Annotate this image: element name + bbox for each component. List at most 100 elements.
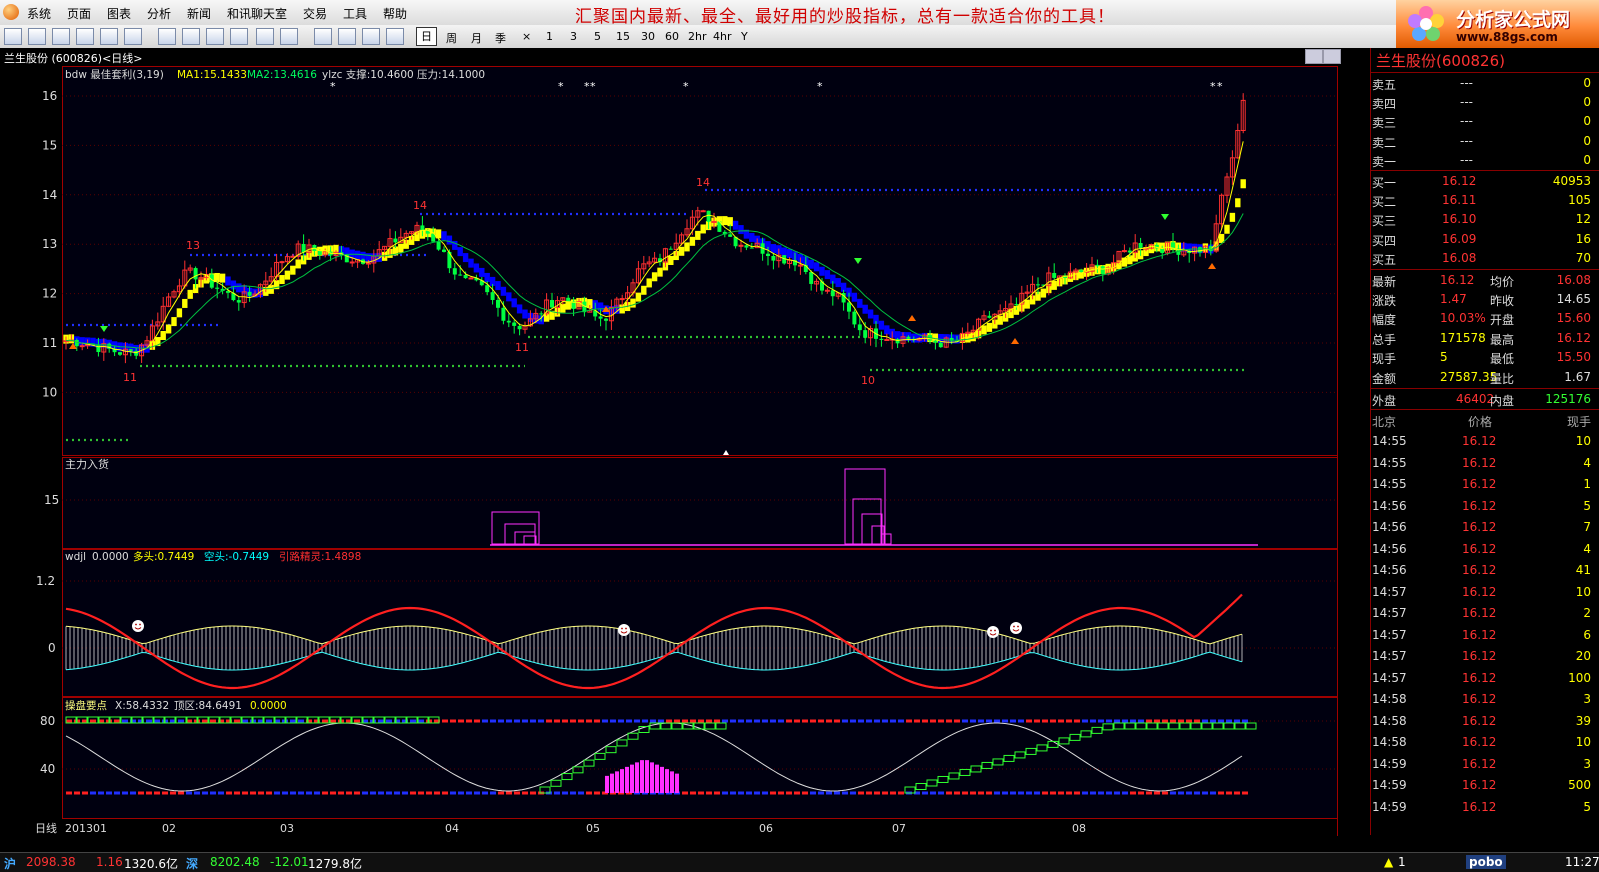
- smiley-eye: [139, 623, 141, 626]
- alarm-icon[interactable]: [338, 28, 356, 45]
- chart-area[interactable]: 16 15 14 13 12 11 10 bdw 最佳套利(3,19) MA1:15.143…: [0, 66, 1370, 836]
- period-week[interactable]: 周: [446, 30, 457, 46]
- tick-time: 14:59: [1372, 778, 1407, 792]
- sell-label: 卖一: [1372, 155, 1397, 170]
- tick-volume: 10: [1575, 434, 1591, 448]
- pressure-bar: [640, 760, 644, 793]
- ytick-11: 11: [42, 336, 57, 350]
- back-icon[interactable]: [4, 28, 22, 45]
- period-month[interactable]: 月: [471, 30, 482, 46]
- draw-line-icon[interactable]: [314, 28, 332, 45]
- period-year[interactable]: Y: [741, 30, 748, 43]
- zoom-out-icon[interactable]: [206, 28, 224, 45]
- menu-bar: 系统 页面 图表 分析 新闻 和讯聊天室 交易 工具 帮助 汇聚国内最新、最全、…: [0, 0, 1599, 27]
- buy-label: 买三: [1372, 214, 1397, 229]
- tick-time: 14:57: [1372, 627, 1407, 642]
- menu-news[interactable]: 新闻: [187, 5, 211, 22]
- indicator-icon[interactable]: [362, 28, 380, 45]
- period-4hr[interactable]: 4hr: [713, 30, 732, 43]
- tick-time: 14:55: [1372, 477, 1407, 491]
- tick-time: 14:58: [1372, 713, 1407, 728]
- period-15min[interactable]: 15: [616, 30, 630, 43]
- trend-band: [495, 281, 501, 291]
- candle-body: [442, 249, 446, 252]
- buy-price: 16.09: [1442, 231, 1477, 246]
- menu-trade[interactable]: 交易: [303, 5, 327, 22]
- tick-price: 16.12: [1462, 455, 1497, 470]
- candle-body: [706, 210, 711, 222]
- alert-count[interactable]: 1: [1398, 855, 1406, 869]
- next-window-icon[interactable]: [1323, 49, 1341, 64]
- period-2hr[interactable]: 2hr: [688, 30, 707, 43]
- stat-value: 15.50: [1556, 350, 1591, 365]
- sell-volume: 0: [1583, 94, 1591, 109]
- smiley-eye: [135, 623, 137, 626]
- panel3-label: wdjl: [65, 551, 86, 563]
- candle-body: [797, 264, 803, 267]
- pressure-bar: [645, 760, 649, 793]
- panel3-jl: 引路精灵:1.4898: [279, 550, 361, 563]
- trend-band: [668, 256, 674, 266]
- period-x[interactable]: ×: [522, 30, 531, 43]
- chart-titlebar: 兰生股份 (600826)<日线>: [0, 48, 1370, 66]
- import-icon[interactable]: [280, 28, 298, 45]
- pressure-bar: [620, 769, 624, 793]
- sell-label: 卖三: [1372, 116, 1397, 131]
- tick-row: 14:57 16.12 2: [1370, 603, 1599, 623]
- tick-price: 16.12: [1462, 477, 1497, 491]
- period-day[interactable]: 日: [416, 27, 437, 46]
- outer-inner-row: 外盘 46402 内盘 125176: [1370, 388, 1599, 409]
- menu-help[interactable]: 帮助: [383, 5, 407, 22]
- trend-band: [354, 250, 361, 260]
- table-view-icon[interactable]: [76, 28, 94, 45]
- trend-band: [214, 272, 220, 282]
- period-5min[interactable]: 5: [594, 30, 601, 43]
- trend-band: [700, 224, 706, 234]
- panel2-label: 主力入货: [65, 457, 109, 471]
- period-season[interactable]: 季: [495, 30, 506, 46]
- menu-tools[interactable]: 工具: [343, 5, 367, 22]
- brand-banner[interactable]: 分析家公式网 www.88gs.com: [1396, 0, 1599, 48]
- select-icon[interactable]: [230, 28, 248, 45]
- zoom-in-icon[interactable]: [182, 28, 200, 45]
- candle-body: [1036, 284, 1040, 286]
- tick-row: 14:59 16.12 3: [1370, 754, 1599, 774]
- pressure-bar: [670, 771, 674, 793]
- menu-chatroom[interactable]: 和讯聊天室: [227, 5, 287, 22]
- candle-body: [279, 261, 285, 264]
- pobo-button[interactable]: pobo: [1466, 855, 1506, 869]
- panel4-label: 操盘要点: [65, 699, 107, 712]
- trend-band: [678, 246, 685, 256]
- menu-page[interactable]: 页面: [67, 5, 91, 22]
- tick-time: 14:57: [1372, 649, 1407, 663]
- tick-price: 16.12: [1462, 563, 1497, 577]
- stat-label: 幅度: [1372, 313, 1397, 328]
- report-icon[interactable]: [100, 28, 118, 45]
- export-icon[interactable]: [256, 28, 274, 45]
- chart-title: 兰生股份 (600826)<日线>: [4, 52, 143, 65]
- alert-icon[interactable]: ▲: [1384, 855, 1393, 869]
- f10-icon[interactable]: [124, 28, 142, 45]
- lightning-icon[interactable]: [386, 28, 404, 45]
- trend-band: [695, 230, 701, 240]
- period-30min[interactable]: 30: [641, 30, 655, 43]
- trend-band: [646, 278, 652, 288]
- period-60min[interactable]: 60: [665, 30, 679, 43]
- menu-chart[interactable]: 图表: [107, 5, 131, 22]
- grid-view-icon[interactable]: [28, 28, 46, 45]
- menu-analysis[interactable]: 分析: [147, 5, 171, 22]
- refresh-icon[interactable]: [158, 28, 176, 45]
- trend-band: [786, 249, 793, 259]
- period-3min[interactable]: 3: [570, 30, 577, 43]
- candle-body: [830, 290, 835, 297]
- status-bar: 沪 2098.38 1.16 1320.6亿 深 8202.48 -12.01 …: [0, 852, 1599, 872]
- tick-row: 14:57 16.12 10: [1370, 582, 1599, 602]
- ytick-14: 14: [42, 188, 57, 202]
- trend-band: [857, 298, 863, 308]
- menu-system[interactable]: 系统: [27, 5, 51, 22]
- prev-window-icon[interactable]: [1305, 49, 1323, 64]
- buy-price: 16.12: [1442, 174, 1477, 188]
- list-view-icon[interactable]: [52, 28, 70, 45]
- smiley-eye: [625, 627, 627, 630]
- period-1min[interactable]: 1: [546, 30, 553, 43]
